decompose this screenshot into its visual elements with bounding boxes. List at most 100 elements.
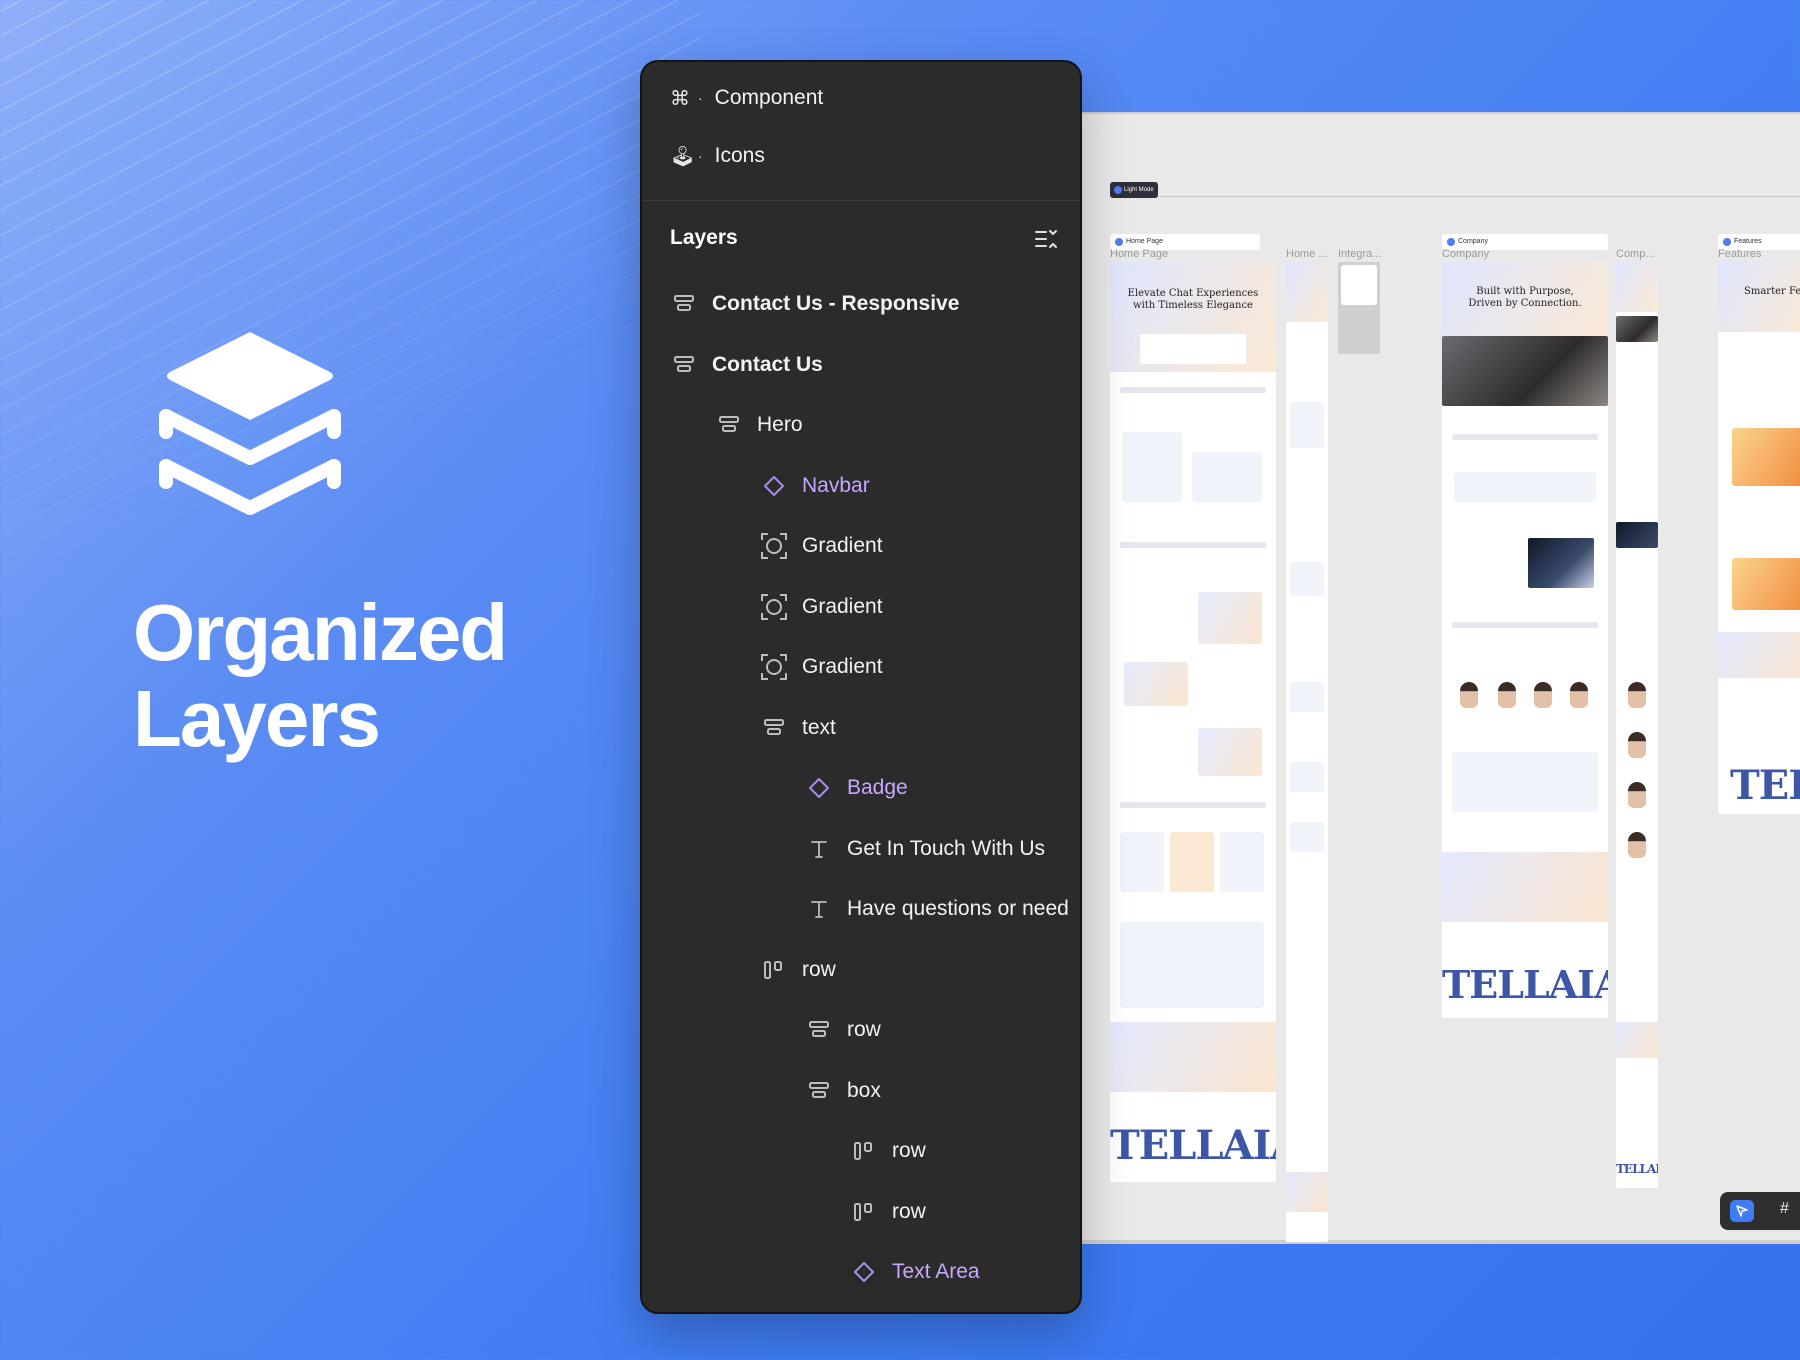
home-card — [1192, 452, 1262, 502]
layer-row[interactable]: Badge — [642, 768, 1080, 808]
layer-row[interactable]: Gradient — [642, 526, 1080, 566]
layer-row[interactable]: box — [642, 1071, 1080, 1111]
team-face — [1628, 682, 1646, 708]
frame-label-company-mobile[interactable]: Comp... — [1616, 248, 1655, 260]
team-face — [1460, 682, 1478, 708]
team-face — [1570, 682, 1588, 708]
collapse-layers-icon[interactable] — [1034, 228, 1058, 250]
corners-circle-icon — [760, 653, 788, 681]
pricing-card — [1220, 832, 1264, 892]
layer-row[interactable]: row — [642, 1010, 1080, 1050]
move-tool-button[interactable] — [1730, 1200, 1754, 1222]
frame-stack-icon — [715, 411, 743, 439]
mobile-card — [1290, 762, 1324, 792]
page-item-icons[interactable]: 🕹 · Icons — [642, 136, 1080, 176]
frame-label-home-mobile[interactable]: Home ... — [1286, 248, 1328, 260]
command-icon: ⌘ — [670, 87, 690, 110]
layer-label: text — [802, 715, 836, 739]
canvas-toolbar: # — [1720, 1192, 1800, 1230]
features-hero-heading: Smarter Features Conver... — [1744, 286, 1800, 297]
team-photo — [1442, 336, 1608, 406]
frame-stack-icon — [805, 1077, 833, 1105]
mode-badge[interactable]: Light Mode — [1110, 182, 1158, 198]
features-card — [1732, 558, 1800, 610]
frame-integration[interactable] — [1338, 262, 1380, 354]
layer-row[interactable]: text — [642, 708, 1080, 748]
page-separator: · — [698, 148, 703, 164]
headline-line-1: Organized — [133, 588, 508, 677]
team-face — [1628, 732, 1646, 758]
diamond-icon — [850, 1258, 878, 1286]
layer-row[interactable]: Contact Us — [642, 345, 1080, 385]
layer-label: row — [847, 1018, 881, 1041]
text-t-icon — [805, 835, 833, 863]
layer-label: Have questions or need — [847, 897, 1069, 920]
layer-row[interactable]: row — [642, 1192, 1080, 1232]
company-cta — [1442, 852, 1608, 922]
layer-row[interactable]: Get In Touch With Us — [642, 829, 1080, 869]
layer-row[interactable]: Contact Us - Responsive — [642, 284, 1080, 324]
frame-label-features[interactable]: Features — [1718, 248, 1761, 260]
diamond-icon — [760, 472, 788, 500]
layer-row[interactable]: Navbar — [642, 466, 1080, 506]
design-canvas[interactable]: Light Mode Home Page Home Page Elevate C… — [1070, 112, 1800, 1244]
frame-stack-icon — [760, 714, 788, 742]
headline-line-2: Layers — [133, 674, 381, 763]
handshake-photo — [1528, 538, 1594, 588]
columns-icon — [760, 956, 788, 984]
frame-company[interactable]: Built with Purpose, Driven by Connection… — [1442, 262, 1608, 1018]
layer-row[interactable]: row — [642, 1131, 1080, 1171]
integration-menu — [1341, 265, 1377, 305]
frame-label-integration[interactable]: Integra... — [1338, 248, 1381, 260]
frame-features[interactable]: Smarter Features Conver... TELI — [1718, 262, 1800, 814]
layer-row[interactable]: Have questions or need — [642, 889, 1080, 929]
mobile-card — [1290, 402, 1324, 448]
columns-icon — [850, 1198, 878, 1226]
company-mobile-cta — [1616, 1022, 1658, 1058]
page-item-component[interactable]: ⌘ · Component — [642, 78, 1080, 118]
mobile-card — [1290, 822, 1324, 852]
layer-label: row — [892, 1139, 926, 1162]
layer-label: Get In Touch With Us — [847, 836, 1046, 860]
page-item-label: Component — [714, 86, 824, 109]
layer-label: Gradient — [802, 655, 883, 678]
company-mobile-photo — [1616, 316, 1658, 342]
home-card — [1198, 728, 1262, 776]
frame-home-mobile[interactable] — [1286, 262, 1328, 1242]
company-mobile-wordmark: TELLAIA — [1616, 1162, 1658, 1176]
canvas-guide-line — [1158, 196, 1800, 197]
layer-row[interactable]: Button — [642, 1313, 1080, 1315]
layer-label: row — [802, 957, 836, 981]
home-card — [1122, 432, 1182, 502]
frame-label-home[interactable]: Home Page — [1110, 248, 1168, 260]
mobile-card — [1290, 562, 1324, 596]
frame-tool-button[interactable]: # — [1780, 1200, 1789, 1218]
panel-divider — [642, 200, 1080, 201]
layer-row[interactable]: Gradient — [642, 587, 1080, 627]
team-face — [1498, 682, 1516, 708]
frame-home-page[interactable]: Elevate Chat Experiences with Timeless E… — [1110, 262, 1276, 1182]
home-hero-heading: Elevate Chat Experiences with Timeless E… — [1127, 288, 1259, 311]
layer-row[interactable]: Gradient — [642, 647, 1080, 687]
layer-row[interactable]: Hero — [642, 405, 1080, 445]
cursor-icon — [1736, 1205, 1748, 1217]
core-values — [1454, 472, 1596, 502]
company-mobile-hero — [1616, 262, 1658, 312]
frame-label-company[interactable]: Company — [1442, 248, 1489, 260]
layer-row[interactable]: Text Area — [642, 1252, 1080, 1292]
pricing-card — [1120, 832, 1164, 892]
layer-label: Gradient — [802, 594, 883, 618]
company-band — [1451, 622, 1599, 628]
frame-stack-icon — [670, 351, 698, 379]
layer-label: Text Area — [892, 1260, 980, 1283]
columns-icon — [850, 1137, 878, 1165]
frame-stack-icon — [805, 1016, 833, 1044]
layers-title: Layers — [670, 226, 738, 249]
layer-label: Navbar — [802, 473, 870, 497]
team-face — [1534, 682, 1552, 708]
layer-label: Contact Us - Responsive — [712, 292, 960, 315]
frame-stack-icon — [670, 290, 698, 318]
layer-label: Gradient — [802, 534, 883, 557]
frame-company-mobile[interactable]: TELLAIA — [1616, 262, 1658, 1188]
layer-row[interactable]: row — [642, 950, 1080, 990]
